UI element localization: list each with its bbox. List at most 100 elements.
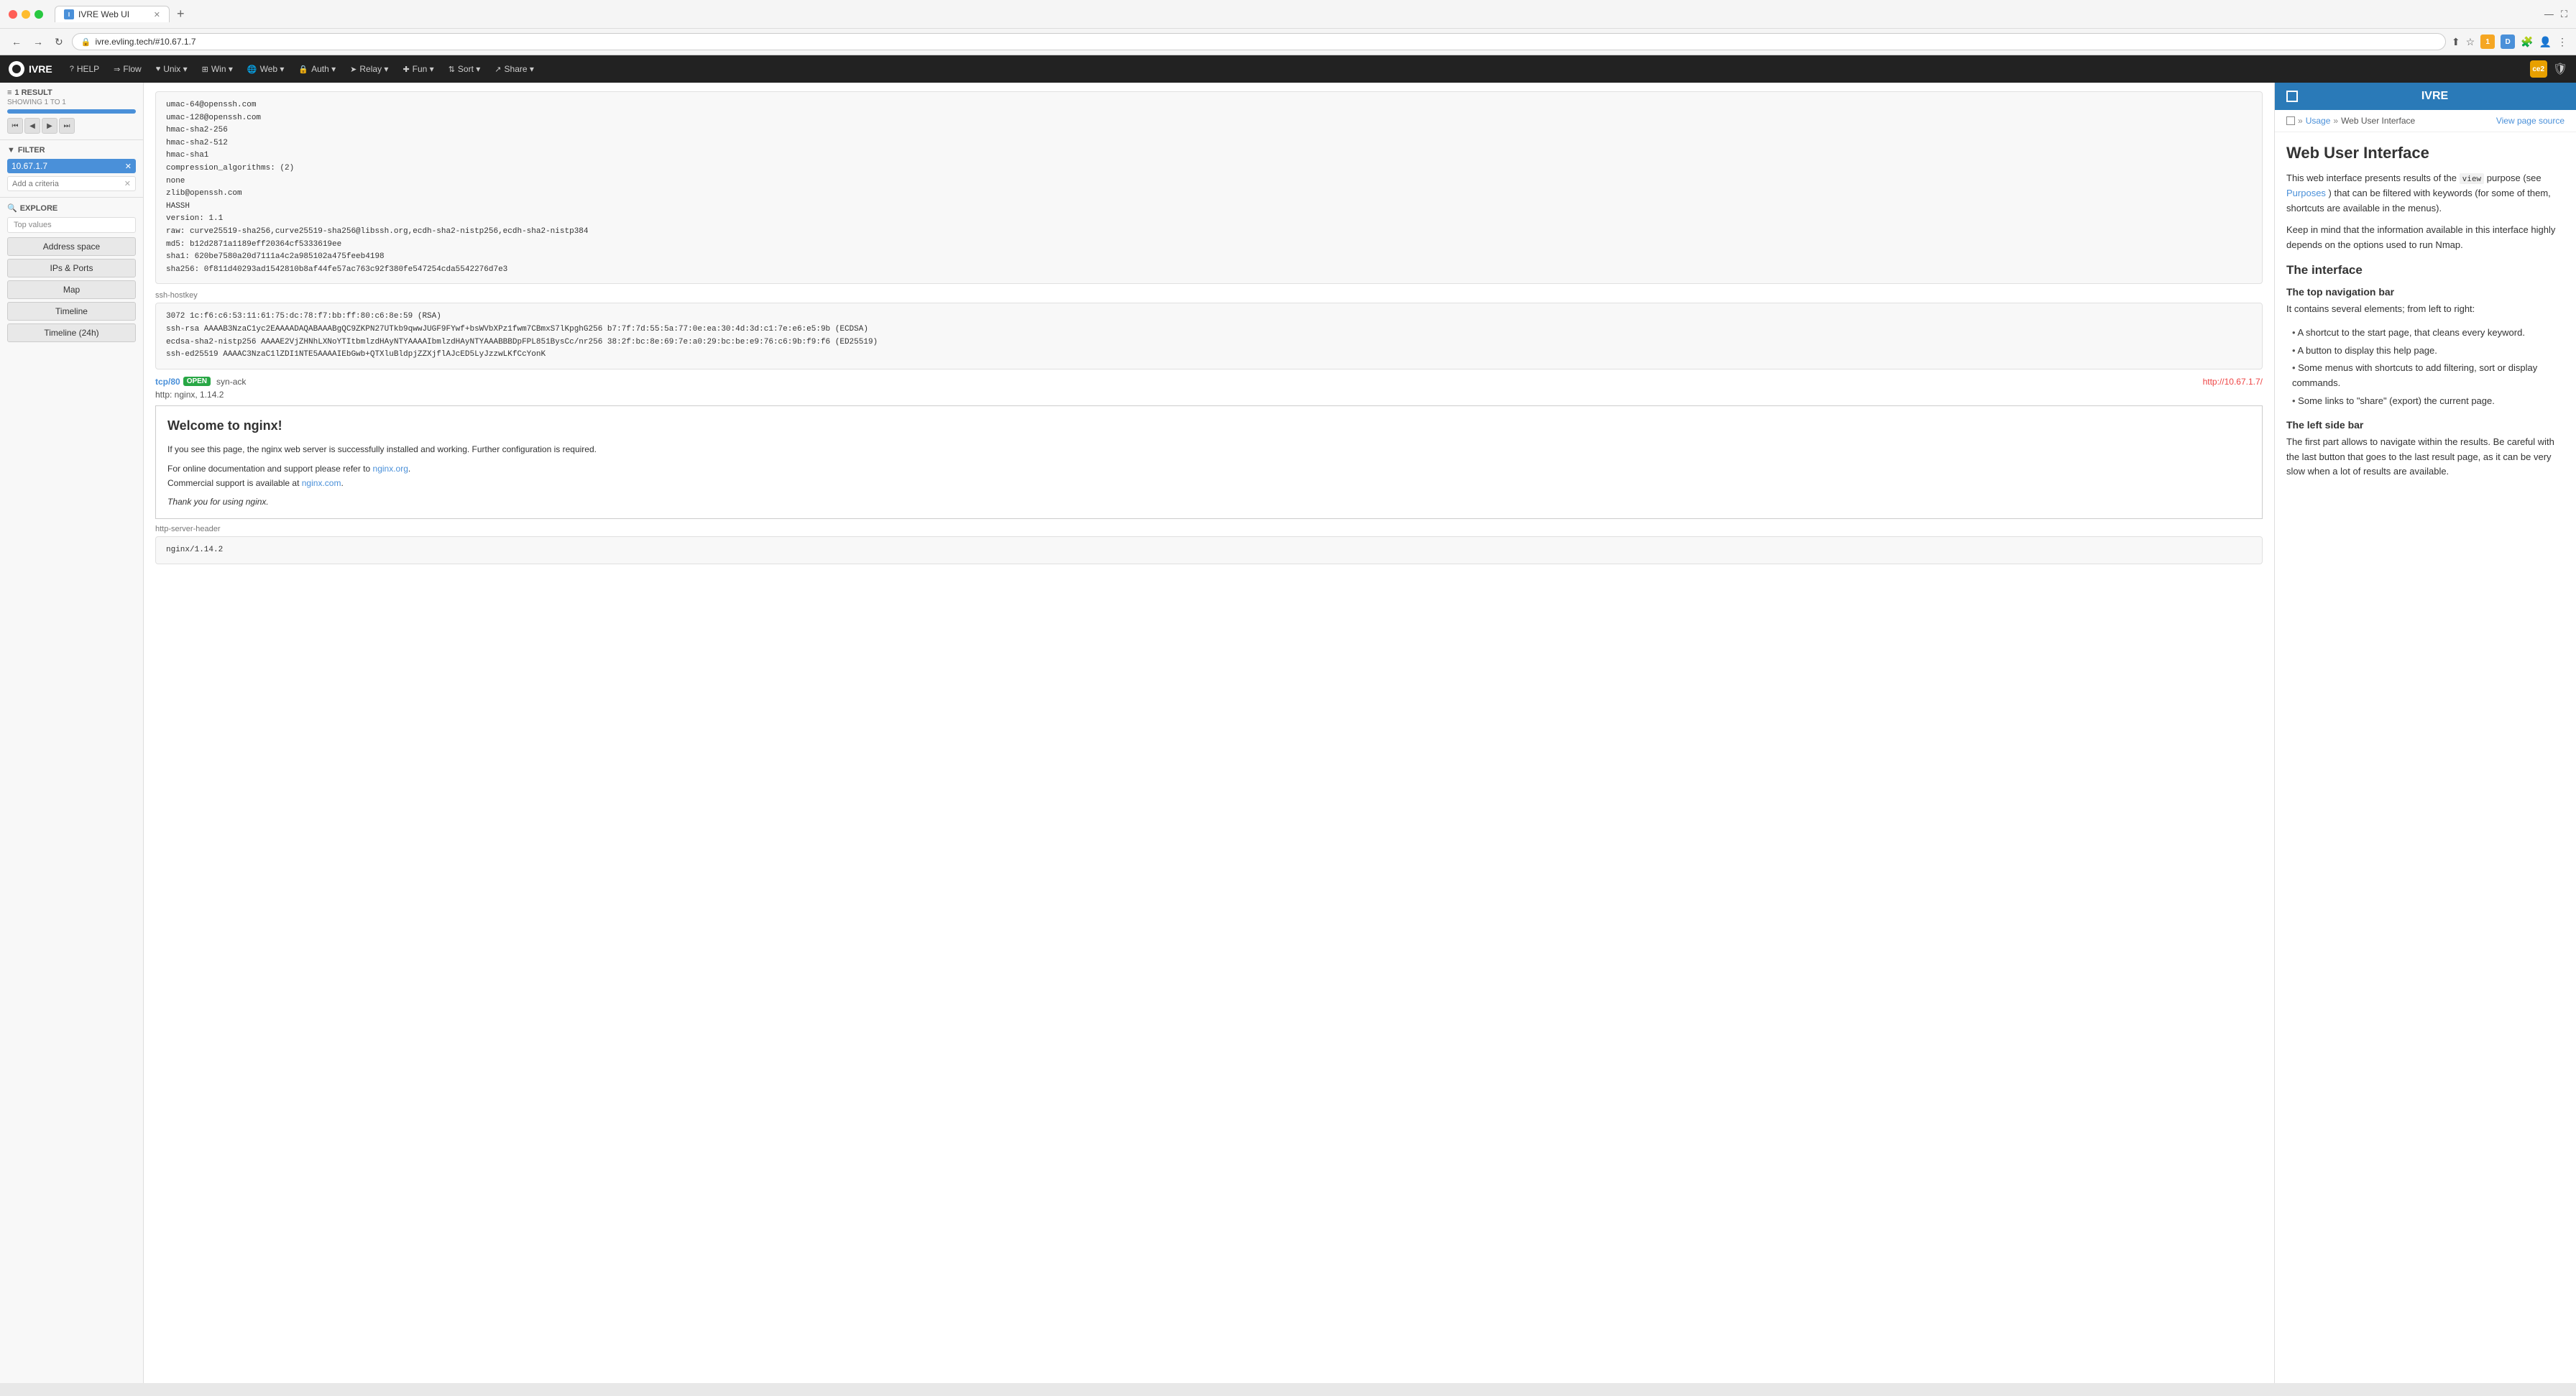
shield-icon[interactable]: 🛡: [2553, 62, 2567, 76]
nav-unix[interactable]: ♥ Unix ▾: [150, 60, 193, 78]
new-tab-button[interactable]: +: [172, 6, 189, 22]
list-icon: ≡: [7, 88, 12, 97]
help-code-view: view: [2460, 173, 2485, 184]
browser-chrome: I IVRE Web UI ✕ + — ⛶ ← → ↻ 🔒 ivre.evlin…: [0, 0, 2576, 55]
share-nav-icon: ↗: [494, 65, 501, 74]
sidebar-results: ≡ 1 RESULT SHOWING 1 TO 1 ⏮ ◀ ▶ ⏭: [0, 83, 143, 140]
share-icon[interactable]: ⬆: [2452, 36, 2460, 48]
window-minimize[interactable]: —: [2544, 9, 2554, 19]
help-para2: Keep in mind that the information availa…: [2286, 223, 2564, 253]
nav-auth[interactable]: 🔒 Auth ▾: [293, 60, 341, 78]
http-server-header-value: nginx/1.14.2: [155, 536, 2263, 565]
bookmark-icon[interactable]: ☆: [2466, 36, 2475, 48]
brand[interactable]: IVRE: [9, 61, 52, 77]
nav-fun[interactable]: ✚ Fun ▾: [397, 60, 439, 78]
last-page-button[interactable]: ⏭: [59, 118, 75, 134]
add-criteria-clear[interactable]: ✕: [124, 179, 131, 188]
help-list-item: Some links to "share" (export) the curre…: [2292, 392, 2564, 410]
filter-active[interactable]: 10.67.1.7 ✕: [7, 159, 136, 173]
web-icon: 🌐: [247, 65, 257, 74]
filter-clear-icon[interactable]: ✕: [125, 162, 132, 171]
lock-icon: 🔒: [81, 37, 91, 47]
breadcrumb-current: Web User Interface: [2341, 116, 2415, 126]
top-nav: IVRE ? HELP ⇒ Flow ♥ Unix ▾ ⊞ Win ▾ 🌐 We…: [0, 55, 2576, 83]
tab-close-icon[interactable]: ✕: [154, 10, 160, 19]
nginx-doc-link[interactable]: nginx.org: [373, 464, 408, 474]
breadcrumb-home-icon[interactable]: [2286, 116, 2295, 125]
explore-timeline-24h[interactable]: Timeline (24h): [7, 323, 136, 342]
nav-win[interactable]: ⊞ Win ▾: [196, 60, 239, 78]
top-values-search[interactable]: Top values: [7, 217, 136, 233]
nginx-doc-para: For online documentation and support ple…: [167, 461, 2250, 491]
filter-section: ▼ FILTER 10.67.1.7 ✕ ✕: [0, 140, 143, 198]
port-badge: tcp/80 OPEN: [155, 377, 211, 387]
auth-icon: 🔒: [298, 65, 308, 74]
browser-actions: ⬆ ☆ 1 D 🧩 👤 ⋮: [2452, 35, 2567, 49]
nav-web[interactable]: 🌐 Web ▾: [242, 60, 290, 78]
help-intro: This web interface presents results of t…: [2286, 171, 2564, 216]
reload-button[interactable]: ↻: [52, 35, 66, 50]
nav-share[interactable]: ↗ Share ▾: [489, 60, 540, 78]
extension-icon-2[interactable]: D: [2501, 35, 2515, 49]
ssh-algorithms-code: umac-64@openssh.com umac-128@openssh.com…: [155, 91, 2263, 284]
help-intro1: This web interface presents results of t…: [2286, 173, 2457, 183]
help-header: IVRE: [2275, 83, 2576, 110]
profile-icon[interactable]: 👤: [2539, 36, 2552, 48]
user-avatar[interactable]: ce2: [2530, 60, 2547, 78]
help-checkbox[interactable]: [2286, 91, 2298, 102]
explore-section: 🔍 EXPLORE Top values Address space IPs &…: [0, 198, 143, 351]
explore-ips-ports[interactable]: IPs & Ports: [7, 259, 136, 277]
first-page-button[interactable]: ⏮: [7, 118, 23, 134]
explore-timeline[interactable]: Timeline: [7, 302, 136, 321]
nav-help[interactable]: ? HELP: [64, 60, 105, 78]
minimize-button[interactable]: [22, 10, 30, 19]
window-expand[interactable]: ⛶: [2561, 9, 2567, 20]
nav-right: ce2 🛡: [2530, 60, 2567, 78]
flow-icon: ⇒: [114, 65, 120, 74]
host-details: umac-64@openssh.com umac-128@openssh.com…: [144, 83, 2274, 580]
help-list-item: A shortcut to the start page, that clean…: [2292, 324, 2564, 342]
view-source-link[interactable]: View page source: [2496, 116, 2564, 126]
port-service-info: http: nginx, 1.14.2: [155, 390, 2263, 400]
win-icon: ⊞: [202, 65, 208, 74]
unix-icon: ♥: [156, 65, 161, 73]
help-topnav-intro: It contains several elements; from left …: [2286, 302, 2564, 317]
help-purposes-link[interactable]: Purposes: [2286, 188, 2326, 198]
port-url[interactable]: http://10.67.1.7/: [2203, 377, 2263, 387]
help-intro3: ) that can be filtered with keywords (fo…: [2286, 188, 2551, 213]
help-h3-topnav: The top navigation bar: [2286, 286, 2564, 298]
help-list-item: Some menus with shortcuts to add filteri…: [2292, 359, 2564, 392]
help-breadcrumb: » Usage » Web User Interface View page s…: [2275, 110, 2576, 132]
explore-address-space[interactable]: Address space: [7, 237, 136, 256]
nav-sort[interactable]: ⇅ Sort ▾: [443, 60, 487, 78]
add-criteria-input[interactable]: [12, 180, 124, 188]
app-container: IVRE ? HELP ⇒ Flow ♥ Unix ▾ ⊞ Win ▾ 🌐 We…: [0, 55, 2576, 1383]
close-button[interactable]: [9, 10, 17, 19]
help-h3-sidebar: The left side bar: [2286, 419, 2564, 431]
breadcrumb-usage[interactable]: Usage: [2306, 116, 2331, 126]
explore-label: 🔍 EXPLORE: [7, 203, 136, 213]
tab-favicon: I: [64, 9, 74, 19]
address-bar[interactable]: 🔒 ivre.evling.tech/#10.67.1.7: [72, 33, 2446, 50]
help-topnav-list: A shortcut to the start page, that clean…: [2286, 324, 2564, 410]
add-criteria-wrap[interactable]: ✕: [7, 176, 136, 191]
forward-button[interactable]: →: [30, 35, 46, 49]
extension-icon-1[interactable]: 1: [2480, 35, 2495, 49]
browser-tab[interactable]: I IVRE Web UI ✕: [55, 6, 170, 22]
nav-relay[interactable]: ➤ Relay ▾: [344, 60, 394, 78]
nav-flow[interactable]: ⇒ Flow: [108, 60, 147, 78]
prev-page-button[interactable]: ◀: [24, 118, 40, 134]
nginx-commercial-link[interactable]: nginx.com: [302, 478, 341, 488]
port-protocol: syn-ack: [216, 377, 246, 387]
maximize-button[interactable]: [34, 10, 43, 19]
help-h1: Web User Interface: [2286, 144, 2564, 162]
http-server-header-label: http-server-header: [155, 525, 2263, 533]
explore-map[interactable]: Map: [7, 280, 136, 299]
help-icon: ?: [70, 65, 74, 73]
next-page-button[interactable]: ▶: [42, 118, 58, 134]
puzzle-icon[interactable]: 🧩: [2521, 36, 2533, 48]
back-button[interactable]: ←: [9, 35, 24, 49]
menu-icon[interactable]: ⋮: [2557, 36, 2567, 48]
port-link[interactable]: tcp/80: [155, 377, 180, 387]
filter-label: ▼ FILTER: [7, 146, 136, 155]
